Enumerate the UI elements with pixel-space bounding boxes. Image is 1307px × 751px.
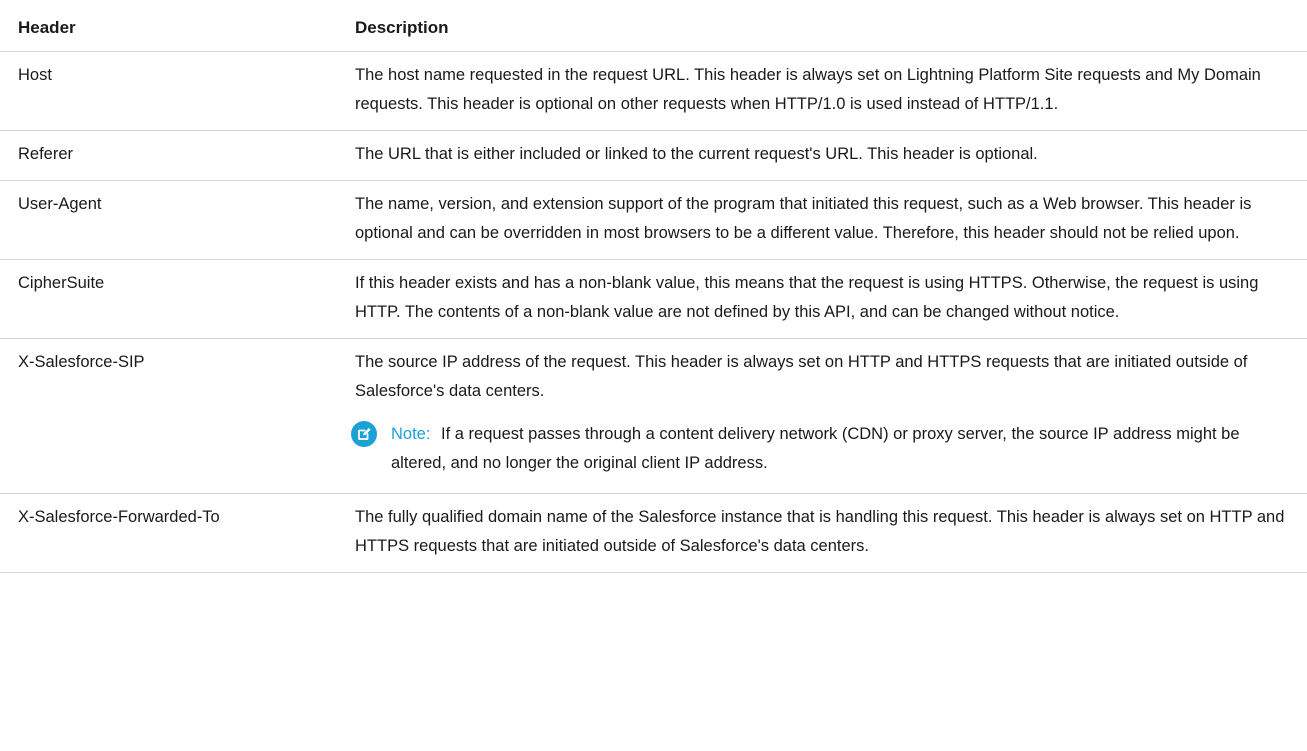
column-header-description: Description: [355, 0, 1307, 52]
header-description-cell: The URL that is either included or linke…: [355, 130, 1307, 181]
table-row: User-Agent The name, version, and extens…: [0, 180, 1307, 260]
table-row: X-Salesforce-SIP The source IP address o…: [0, 338, 1307, 494]
table-row: CipherSuite If this header exists and ha…: [0, 259, 1307, 339]
table-row: X-Salesforce-Forwarded-To The fully qual…: [0, 493, 1307, 573]
header-description-cell: The host name requested in the request U…: [355, 51, 1307, 131]
description-text: The source IP address of the request. Th…: [355, 353, 1248, 400]
header-name-cell: X-Salesforce-SIP: [0, 338, 355, 494]
header-name-cell: X-Salesforce-Forwarded-To: [0, 493, 355, 573]
table-header-row: Header Description: [0, 0, 1307, 52]
note-text: If a request passes through a content de…: [391, 425, 1240, 472]
note-callout: Note: If a request passes through a cont…: [351, 420, 1293, 478]
column-header-header: Header: [0, 0, 355, 52]
header-description-cell: The source IP address of the request. Th…: [351, 338, 1307, 494]
header-name-cell: CipherSuite: [0, 259, 355, 339]
edit-note-icon: [351, 421, 377, 447]
header-name-cell: Host: [0, 51, 355, 131]
note-body: Note: If a request passes through a cont…: [391, 420, 1293, 478]
note-label: Note:: [391, 425, 431, 443]
http-headers-table: Header Description Host The host name re…: [0, 0, 1307, 573]
header-name-cell: Referer: [0, 130, 355, 181]
table-row: Referer The URL that is either included …: [0, 130, 1307, 181]
header-description-cell: If this header exists and has a non-blan…: [355, 259, 1307, 339]
table-row: Host The host name requested in the requ…: [0, 51, 1307, 131]
header-description-cell: The name, version, and extension support…: [355, 180, 1307, 260]
header-description-cell: The fully qualified domain name of the S…: [355, 493, 1307, 573]
header-name-cell: User-Agent: [0, 180, 355, 260]
